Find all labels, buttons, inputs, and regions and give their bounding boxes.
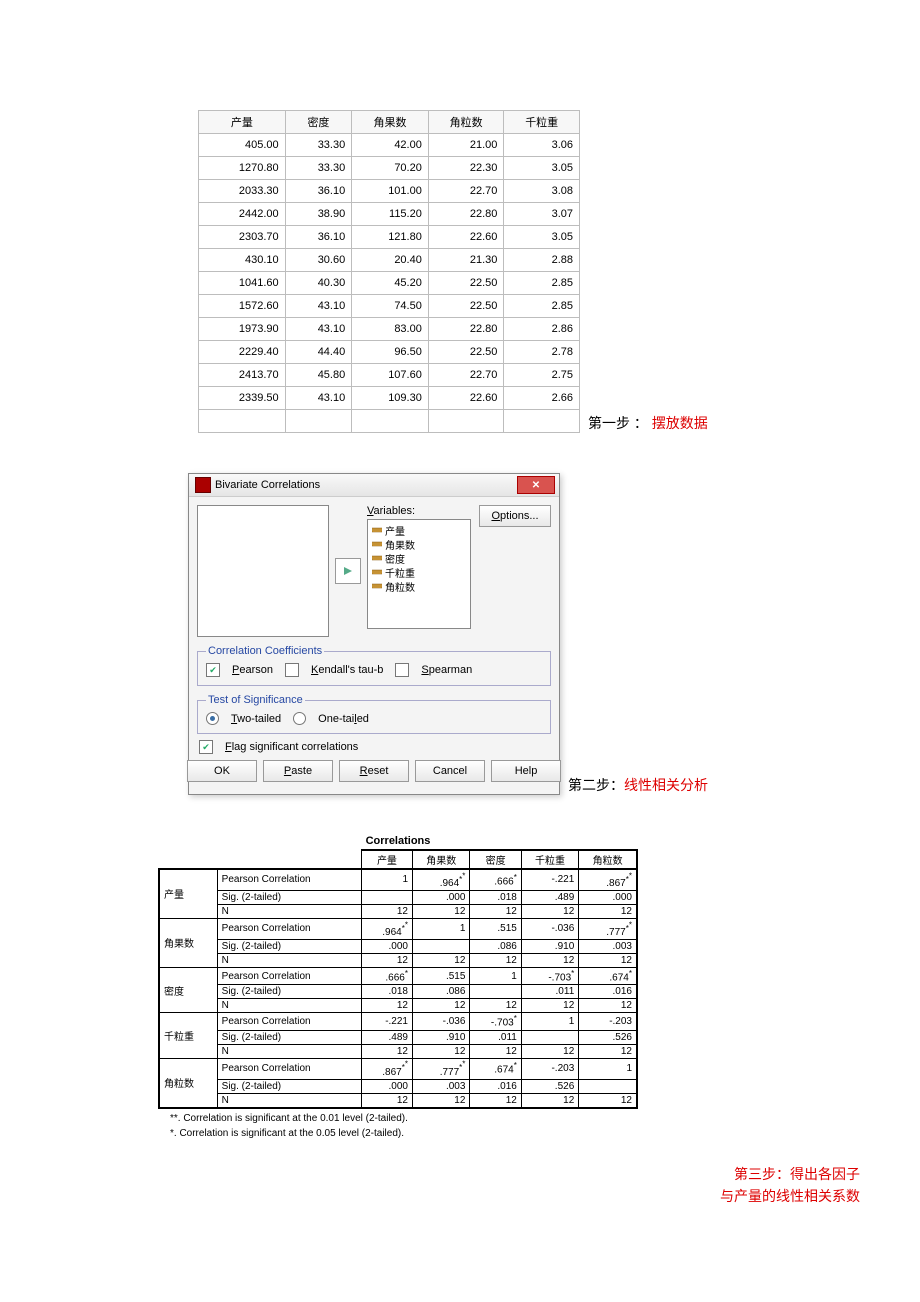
corr-row: N1212121212 [159,904,637,918]
ok-button[interactable]: OK [187,760,257,782]
corr-stat-label: Pearson Correlation [217,967,361,984]
corr-row: N1212121212 [159,1044,637,1058]
spss-icon [195,477,211,493]
corr-col-header: 角果数 [413,850,470,869]
corr-stat-label: Sig. (2-tailed) [217,939,361,953]
variable-item[interactable]: 角果数 [372,537,466,551]
spearman-checkbox[interactable] [395,663,409,677]
source-list[interactable] [197,505,329,637]
options-button[interactable]: Options... [479,505,551,527]
corr-stat-label: N [217,999,361,1013]
table-row: 2413.7045.80107.6022.702.75 [199,364,580,387]
corr-row: Sig. (2-tailed).000.086.910.003 [159,939,637,953]
corr-stat-label: Pearson Correlation [217,869,361,890]
correlations-table: 产量角果数密度千粒重角粒数 产量Pearson Correlation1.964… [158,849,638,1109]
one-tailed-radio[interactable] [293,712,306,725]
corr-row: Sig. (2-tailed).489.910.011.526 [159,1030,637,1044]
footnote-05: *. Correlation is significant at the 0.0… [170,1128,638,1139]
corr-row-var: 产量 [159,869,217,918]
corr-row-var: 密度 [159,967,217,1012]
corr-stat-label: Sig. (2-tailed) [217,1079,361,1093]
bivariate-dialog: Bivariate Correlations ✕ Variables: 产量角果… [188,473,560,795]
table-row: 430.1030.6020.4021.302.88 [199,249,580,272]
table-row: 1270.8033.3070.2022.303.05 [199,157,580,180]
table-row: 2033.3036.10101.0022.703.08 [199,180,580,203]
corr-row: 密度Pearson Correlation.666*.5151-.703*.67… [159,967,637,984]
variable-item[interactable]: 密度 [372,551,466,565]
corr-stat-label: Pearson Correlation [217,1058,361,1079]
dialog-titlebar: Bivariate Correlations ✕ [189,474,559,497]
two-tailed-radio[interactable] [206,712,219,725]
column-header: 角粒数 [428,111,504,134]
correlation-coefficients-group: Correlation Coefficients ✔Pearson Kendal… [197,645,551,686]
scale-icon [372,553,382,563]
corr-row: 千粒重Pearson Correlation-.221-.036-.703*1-… [159,1013,637,1030]
table-row: 1041.6040.3045.2022.502.85 [199,272,580,295]
column-header: 产量 [199,111,286,134]
column-header: 千粒重 [504,111,580,134]
corr-col-header: 密度 [470,850,521,869]
reset-button[interactable]: Reset [339,760,409,782]
corr-stat-label: Sig. (2-tailed) [217,1030,361,1044]
column-header: 密度 [285,111,352,134]
corr-col-header: 千粒重 [521,850,578,869]
corr-stat-label: N [217,904,361,918]
scale-icon [372,539,382,549]
table-row: 2442.0038.90115.2022.803.07 [199,203,580,226]
correlations-title: Correlations [158,835,638,847]
corr-row: Sig. (2-tailed).000.018.489.000 [159,890,637,904]
close-button[interactable]: ✕ [517,476,555,494]
corr-stat-label: Pearson Correlation [217,918,361,939]
corr-stat-label: Pearson Correlation [217,1013,361,1030]
corr-row-var: 千粒重 [159,1013,217,1058]
variable-item[interactable]: 角粒数 [372,579,466,593]
scale-icon [372,567,382,577]
corr-row-var: 角粒数 [159,1058,217,1107]
scale-icon [372,525,382,535]
corr-stat-label: N [217,1093,361,1108]
corr-col-header: 产量 [361,850,412,869]
step1-caption: 第一步 ： 摆放数据 [588,413,708,433]
corr-stat-label: N [217,953,361,967]
corr-row: 角粒数Pearson Correlation.867**.777**.674*-… [159,1058,637,1079]
corr-row: N1212121212 [159,953,637,967]
footnote-01: **. Correlation is significant at the 0.… [170,1113,638,1124]
dialog-title: Bivariate Correlations [215,479,320,491]
table-row: 2229.4044.4096.5022.502.78 [199,341,580,364]
variables-label: ariables: [374,505,416,517]
data-table: 产量密度角果数角粒数千粒重 405.0033.3042.0021.003.061… [198,110,580,433]
table-row: 2303.7036.10121.8022.603.05 [199,226,580,249]
table-row: 2339.5043.10109.3022.602.66 [199,387,580,410]
corr-stat-label: Sig. (2-tailed) [217,985,361,999]
variable-item[interactable]: 产量 [372,523,466,537]
help-button[interactable]: Help [491,760,561,782]
column-header: 角果数 [352,111,429,134]
corr-row: 产量Pearson Correlation1.964**.666*-.221.8… [159,869,637,890]
cancel-button[interactable]: Cancel [415,760,485,782]
pearson-checkbox[interactable]: ✔ [206,663,220,677]
corr-row: N1212121212 [159,999,637,1013]
test-of-significance-group: Test of Significance Two-tailed One-tail… [197,694,551,734]
corr-row: N1212121212 [159,1093,637,1108]
corr-col-header: 角粒数 [579,850,637,869]
paste-button[interactable]: Paste [263,760,333,782]
step2-caption: 第二步：线性相关分析 [568,775,708,795]
table-row: 1973.9043.1083.0022.802.86 [199,318,580,341]
corr-stat-label: N [217,1044,361,1058]
corr-row: Sig. (2-tailed).018.086.011.016 [159,985,637,999]
table-row: 1572.6043.1074.5022.502.85 [199,295,580,318]
move-right-button[interactable] [335,558,361,584]
table-row: 405.0033.3042.0021.003.06 [199,134,580,157]
corr-stat-label: Sig. (2-tailed) [217,890,361,904]
step3-caption: 第三步：得出各因子 与产量的线性相关系数 [100,1163,860,1208]
variable-item[interactable]: 千粒重 [372,565,466,579]
variables-list[interactable]: 产量角果数密度千粒重角粒数 [367,519,471,629]
corr-row: Sig. (2-tailed).000.003.016.526 [159,1079,637,1093]
scale-icon [372,581,382,591]
corr-row-var: 角果数 [159,918,217,967]
flag-checkbox[interactable]: ✔ [199,740,213,754]
corr-row: 角果数Pearson Correlation.964**1.515-.036.7… [159,918,637,939]
kendall-checkbox[interactable] [285,663,299,677]
